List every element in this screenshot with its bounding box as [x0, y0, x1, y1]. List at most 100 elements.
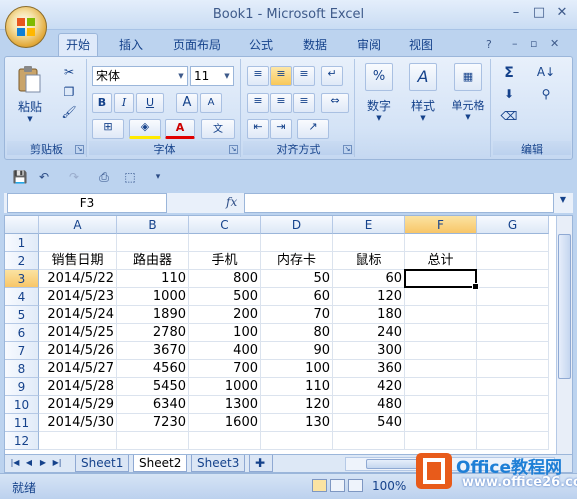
cell-d10[interactable]: 120 — [261, 396, 333, 414]
cell-e4[interactable]: 120 — [333, 288, 405, 306]
insert-function-icon[interactable]: fx — [226, 195, 237, 209]
copy-icon[interactable]: ❐ — [59, 85, 79, 99]
vertical-scrollbar[interactable] — [556, 216, 572, 454]
save-icon[interactable]: 💾 — [12, 169, 28, 185]
row-header-10[interactable]: 10 — [5, 396, 39, 414]
cells-button[interactable]: ▦ 单元格 ▼ — [445, 63, 491, 143]
column-header-b[interactable]: B — [117, 216, 189, 234]
cell-f4[interactable] — [405, 288, 477, 306]
vertical-scroll-thumb[interactable] — [558, 234, 571, 379]
shrink-font-button[interactable]: A — [200, 93, 222, 113]
align-right-button[interactable]: ≡ — [293, 93, 315, 113]
merge-center-button[interactable]: ⇔ — [321, 93, 349, 113]
column-header-f[interactable]: F — [405, 216, 477, 234]
spreadsheet-grid[interactable]: A B C D E F G 1 2 销售日期 路由器 手机 内存卡 鼠标 总计 3 2014/5/22 110 80… — [4, 215, 573, 455]
page-layout-view-icon[interactable] — [330, 479, 345, 492]
sheet-tab-sheet2[interactable]: Sheet2 — [133, 455, 188, 472]
underline-button[interactable]: U — [136, 93, 164, 113]
tab-view[interactable]: 视图 — [402, 34, 440, 56]
minimize-button[interactable]: – — [505, 4, 527, 22]
row-header-2[interactable]: 2 — [5, 252, 39, 270]
cell-g10[interactable] — [477, 396, 549, 414]
cell-f10[interactable] — [405, 396, 477, 414]
cell-c5[interactable]: 200 — [189, 306, 261, 324]
next-sheet-icon[interactable]: ▶ — [37, 457, 49, 469]
decrease-indent-button[interactable]: ⇤ — [247, 119, 269, 139]
select-icon[interactable]: ⬚ — [122, 169, 138, 185]
cell-e11[interactable]: 540 — [333, 414, 405, 432]
column-header-g[interactable]: G — [477, 216, 549, 234]
tab-data[interactable]: 数据 — [296, 34, 334, 56]
normal-view-icon[interactable] — [312, 479, 327, 492]
sort-filter-button[interactable]: A↓ — [531, 65, 561, 79]
cell-c8[interactable]: 700 — [189, 360, 261, 378]
bold-button[interactable]: B — [92, 93, 112, 113]
cell-a8[interactable]: 2014/5/27 — [39, 360, 117, 378]
cell-a7[interactable]: 2014/5/26 — [39, 342, 117, 360]
cell-d6[interactable]: 80 — [261, 324, 333, 342]
cell-d8[interactable]: 100 — [261, 360, 333, 378]
cell-c1[interactable] — [189, 234, 261, 252]
column-header-c[interactable]: C — [189, 216, 261, 234]
row-header-3[interactable]: 3 — [5, 270, 39, 288]
cell-a3[interactable]: 2014/5/22 — [39, 270, 117, 288]
cell-e9[interactable]: 420 — [333, 378, 405, 396]
format-painter-icon[interactable]: 🖌 — [59, 105, 79, 119]
cell-f11[interactable] — [405, 414, 477, 432]
cell-g5[interactable] — [477, 306, 549, 324]
expand-formula-icon[interactable]: ▼ — [556, 195, 570, 204]
cell-e2[interactable]: 鼠标 — [333, 252, 405, 270]
last-sheet-icon[interactable]: ▶| — [51, 457, 63, 469]
cell-d2[interactable]: 内存卡 — [261, 252, 333, 270]
cell-g2[interactable] — [477, 252, 549, 270]
cell-c9[interactable]: 1000 — [189, 378, 261, 396]
clear-button[interactable]: ⌫ — [497, 109, 521, 123]
undo-icon[interactable]: ↶ — [36, 169, 52, 185]
cell-f1[interactable] — [405, 234, 477, 252]
phonetic-button[interactable]: 文 — [201, 119, 235, 139]
ribbon-restore-button[interactable]: ▫ — [530, 37, 537, 50]
cell-a4[interactable]: 2014/5/23 — [39, 288, 117, 306]
ribbon-close-button[interactable]: ✕ — [550, 37, 559, 50]
cell-d1[interactable] — [261, 234, 333, 252]
cell-e3[interactable]: 60 — [333, 270, 405, 288]
cell-b10[interactable]: 6340 — [117, 396, 189, 414]
cell-f12[interactable] — [405, 432, 477, 450]
cell-f7[interactable] — [405, 342, 477, 360]
customize-qat-icon[interactable]: ▾ — [150, 169, 166, 185]
align-left-button[interactable]: ≡ — [247, 93, 269, 113]
column-header-e[interactable]: E — [333, 216, 405, 234]
print-preview-icon[interactable]: ⎙ — [96, 169, 112, 185]
align-middle-button[interactable]: ≡ — [270, 66, 292, 86]
cell-a10[interactable]: 2014/5/29 — [39, 396, 117, 414]
redo-icon[interactable]: ↷ — [66, 169, 82, 185]
cell-a9[interactable]: 2014/5/28 — [39, 378, 117, 396]
fill-button[interactable]: ⬇ — [497, 87, 521, 101]
cell-a2[interactable]: 销售日期 — [39, 252, 117, 270]
cell-g1[interactable] — [477, 234, 549, 252]
increase-indent-button[interactable]: ⇥ — [270, 119, 292, 139]
cell-c10[interactable]: 1300 — [189, 396, 261, 414]
align-center-button[interactable]: ≡ — [270, 93, 292, 113]
wrap-text-button[interactable]: ↵ — [321, 66, 343, 86]
column-header-d[interactable]: D — [261, 216, 333, 234]
cell-f6[interactable] — [405, 324, 477, 342]
row-header-8[interactable]: 8 — [5, 360, 39, 378]
cell-f8[interactable] — [405, 360, 477, 378]
cell-d4[interactable]: 60 — [261, 288, 333, 306]
cell-c12[interactable] — [189, 432, 261, 450]
alignment-launcher-icon[interactable]: ↘ — [343, 145, 352, 154]
cell-d5[interactable]: 70 — [261, 306, 333, 324]
cell-b4[interactable]: 1000 — [117, 288, 189, 306]
select-all-corner[interactable] — [5, 216, 39, 234]
cell-b2[interactable]: 路由器 — [117, 252, 189, 270]
cell-d3[interactable]: 50 — [261, 270, 333, 288]
row-header-5[interactable]: 5 — [5, 306, 39, 324]
cell-c7[interactable]: 400 — [189, 342, 261, 360]
cell-d9[interactable]: 110 — [261, 378, 333, 396]
cell-c11[interactable]: 1600 — [189, 414, 261, 432]
formula-input[interactable] — [244, 193, 554, 213]
cell-b3[interactable]: 110 — [117, 270, 189, 288]
cell-e5[interactable]: 180 — [333, 306, 405, 324]
cell-b1[interactable] — [117, 234, 189, 252]
